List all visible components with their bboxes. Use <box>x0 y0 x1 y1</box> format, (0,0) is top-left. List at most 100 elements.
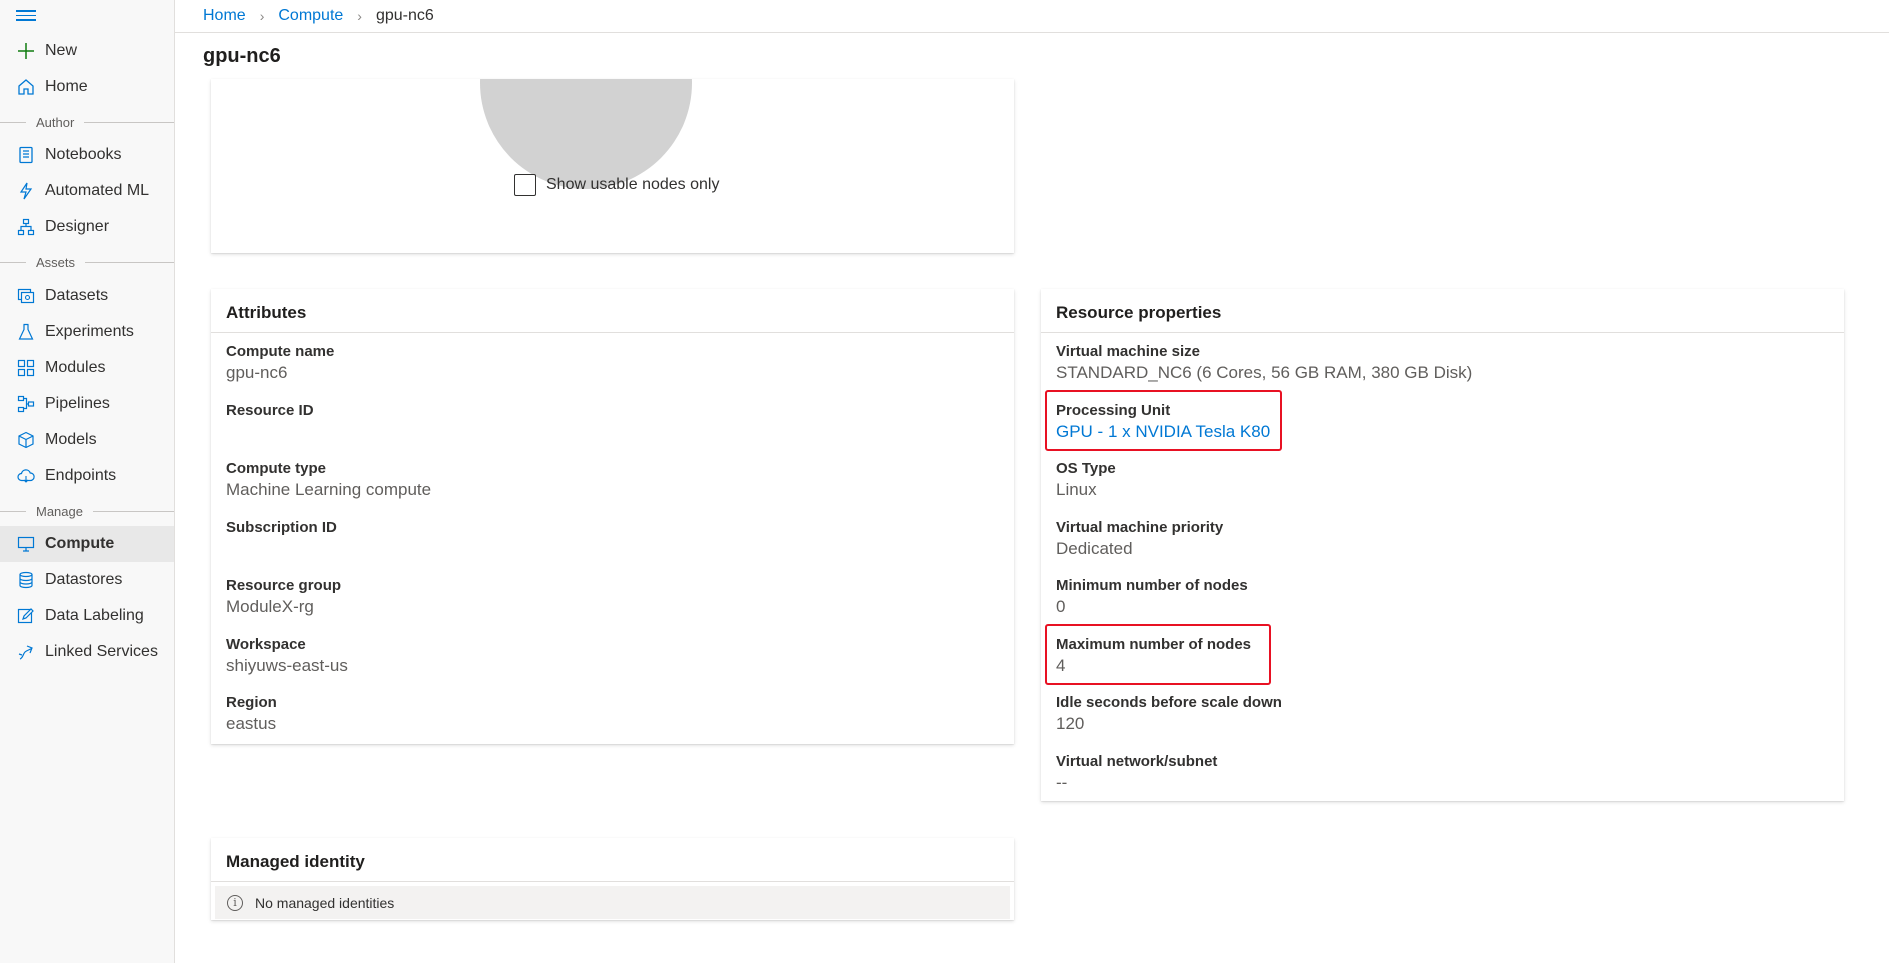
prop-value: ModuleX-rg <box>226 596 999 618</box>
prop-label: Subscription ID <box>226 518 999 538</box>
processing-unit-highlight-box <box>1045 390 1282 451</box>
prop-label: Resource group <box>226 576 999 596</box>
cube-icon <box>16 430 36 450</box>
prop-label: Compute name <box>226 342 999 362</box>
attr-subscription-id: Subscription ID <box>211 509 1014 568</box>
sidebar-item-label: Endpoints <box>45 467 116 485</box>
prop-label: Virtual machine priority <box>1056 518 1829 538</box>
sidebar-item-label: Data Labeling <box>45 607 144 625</box>
sidebar-item-label: Datastores <box>45 571 122 589</box>
sidebar-item-datasets[interactable]: Datasets <box>0 278 174 314</box>
attr-compute-name: Compute name gpu-nc6 <box>211 333 1014 392</box>
prop-label: Workspace <box>226 635 999 655</box>
sidebar-item-datastores[interactable]: Datastores <box>0 562 174 598</box>
res-vnet-subnet: Virtual network/subnet -- <box>1041 743 1844 802</box>
sidebar-item-label: Linked Services <box>45 643 158 661</box>
sidebar-item-label: Automated ML <box>45 182 149 200</box>
prop-value: 0 <box>1056 596 1829 618</box>
sidebar-item-label: Modules <box>45 359 105 377</box>
attributes-title: Attributes <box>211 289 1014 333</box>
sidebar-item-home[interactable]: Home <box>0 69 174 105</box>
prop-label: Compute type <box>226 459 999 479</box>
plus-icon <box>16 41 36 61</box>
checkbox-label: Show usable nodes only <box>546 176 719 194</box>
prop-label: Virtual network/subnet <box>1056 752 1829 772</box>
sidebar-item-models[interactable]: Models <box>0 422 174 458</box>
sidebar-item-designer[interactable]: Designer <box>0 209 174 245</box>
sidebar-item-label: Home <box>45 78 88 96</box>
sidebar-item-label: Models <box>45 431 97 449</box>
prop-value: Linux <box>1056 479 1829 501</box>
breadcrumb-current: gpu-nc6 <box>376 7 434 25</box>
chevron-right-icon: › <box>357 8 362 24</box>
sidebar-item-label: Notebooks <box>45 146 122 164</box>
sidebar-item-experiments[interactable]: Experiments <box>0 314 174 350</box>
max-nodes-highlight-box <box>1045 624 1271 685</box>
designer-icon <box>16 217 36 237</box>
prop-label: Region <box>226 693 999 713</box>
prop-value: STANDARD_NC6 (6 Cores, 56 GB RAM, 380 GB… <box>1056 362 1829 384</box>
res-vm-priority: Virtual machine priority Dedicated <box>1041 509 1844 568</box>
app-root: New Home Author Notebooks Automated ML <box>0 0 1889 963</box>
attr-workspace: Workspace shiyuws-east-us <box>211 626 1014 685</box>
prop-label: OS Type <box>1056 459 1829 479</box>
managed-identity-empty-message: i No managed identities <box>215 886 1010 919</box>
prop-value: Machine Learning compute <box>226 479 999 501</box>
managed-identity-card: Managed identity i No managed identities <box>211 838 1014 920</box>
cloud-icon <box>16 466 36 486</box>
sidebar: New Home Author Notebooks Automated ML <box>0 0 175 963</box>
sidebar-item-pipelines[interactable]: Pipelines <box>0 386 174 422</box>
sidebar-item-compute[interactable]: Compute <box>0 526 174 562</box>
notebook-icon <box>16 145 36 165</box>
breadcrumb-home-link[interactable]: Home <box>203 7 246 25</box>
sidebar-item-notebooks[interactable]: Notebooks <box>0 137 174 173</box>
prop-label: Minimum number of nodes <box>1056 576 1829 596</box>
link-icon <box>16 642 36 662</box>
res-os-type: OS Type Linux <box>1041 450 1844 509</box>
database-icon <box>16 570 36 590</box>
sidebar-section-assets: Assets <box>0 253 174 271</box>
info-icon: i <box>227 895 243 911</box>
sidebar-section-author: Author <box>0 113 174 131</box>
chevron-right-icon: › <box>260 8 265 24</box>
res-idle-seconds: Idle seconds before scale down 120 <box>1041 684 1844 743</box>
edit-icon <box>16 606 36 626</box>
prop-value: gpu-nc6 <box>226 362 999 384</box>
automl-icon <box>16 181 36 201</box>
sidebar-item-label: New <box>45 42 77 60</box>
sidebar-item-modules[interactable]: Modules <box>0 350 174 386</box>
flask-icon <box>16 322 36 342</box>
hamburger-menu-icon[interactable] <box>16 7 36 23</box>
computer-icon <box>16 534 36 554</box>
prop-value: Dedicated <box>1056 538 1829 560</box>
attr-compute-type: Compute type Machine Learning compute <box>211 450 1014 509</box>
attr-resource-id: Resource ID <box>211 392 1014 451</box>
prop-value: -- <box>1056 772 1829 794</box>
sidebar-item-new[interactable]: New <box>0 33 174 69</box>
sidebar-item-automated-ml[interactable]: Automated ML <box>0 173 174 209</box>
nodes-card: Show usable nodes only <box>211 79 1014 253</box>
empty-text: No managed identities <box>255 895 394 911</box>
sidebar-item-label: Pipelines <box>45 395 110 413</box>
sidebar-item-data-labeling[interactable]: Data Labeling <box>0 598 174 634</box>
resource-properties-title: Resource properties <box>1041 289 1844 333</box>
sidebar-item-linked-services[interactable]: Linked Services <box>0 634 174 670</box>
checkbox-box[interactable] <box>514 174 536 196</box>
sidebar-item-label: Experiments <box>45 323 134 341</box>
attributes-card: Attributes Compute name gpu-nc6 Resource… <box>211 289 1014 744</box>
prop-value: shiyuws-east-us <box>226 655 999 677</box>
attr-region: Region eastus <box>211 684 1014 743</box>
sidebar-item-label: Designer <box>45 218 109 236</box>
res-min-nodes: Minimum number of nodes 0 <box>1041 567 1844 626</box>
breadcrumb-compute-link[interactable]: Compute <box>278 7 343 25</box>
prop-label: Virtual machine size <box>1056 342 1829 362</box>
sidebar-section-manage: Manage <box>0 502 174 520</box>
prop-label: Idle seconds before scale down <box>1056 693 1829 713</box>
prop-value: 120 <box>1056 713 1829 735</box>
sidebar-item-label: Datasets <box>45 287 108 305</box>
page-title: gpu-nc6 <box>203 45 281 68</box>
show-usable-nodes-checkbox[interactable]: Show usable nodes only <box>514 174 719 196</box>
datasets-icon <box>16 286 36 306</box>
sidebar-item-endpoints[interactable]: Endpoints <box>0 458 174 494</box>
home-icon <box>16 77 36 97</box>
